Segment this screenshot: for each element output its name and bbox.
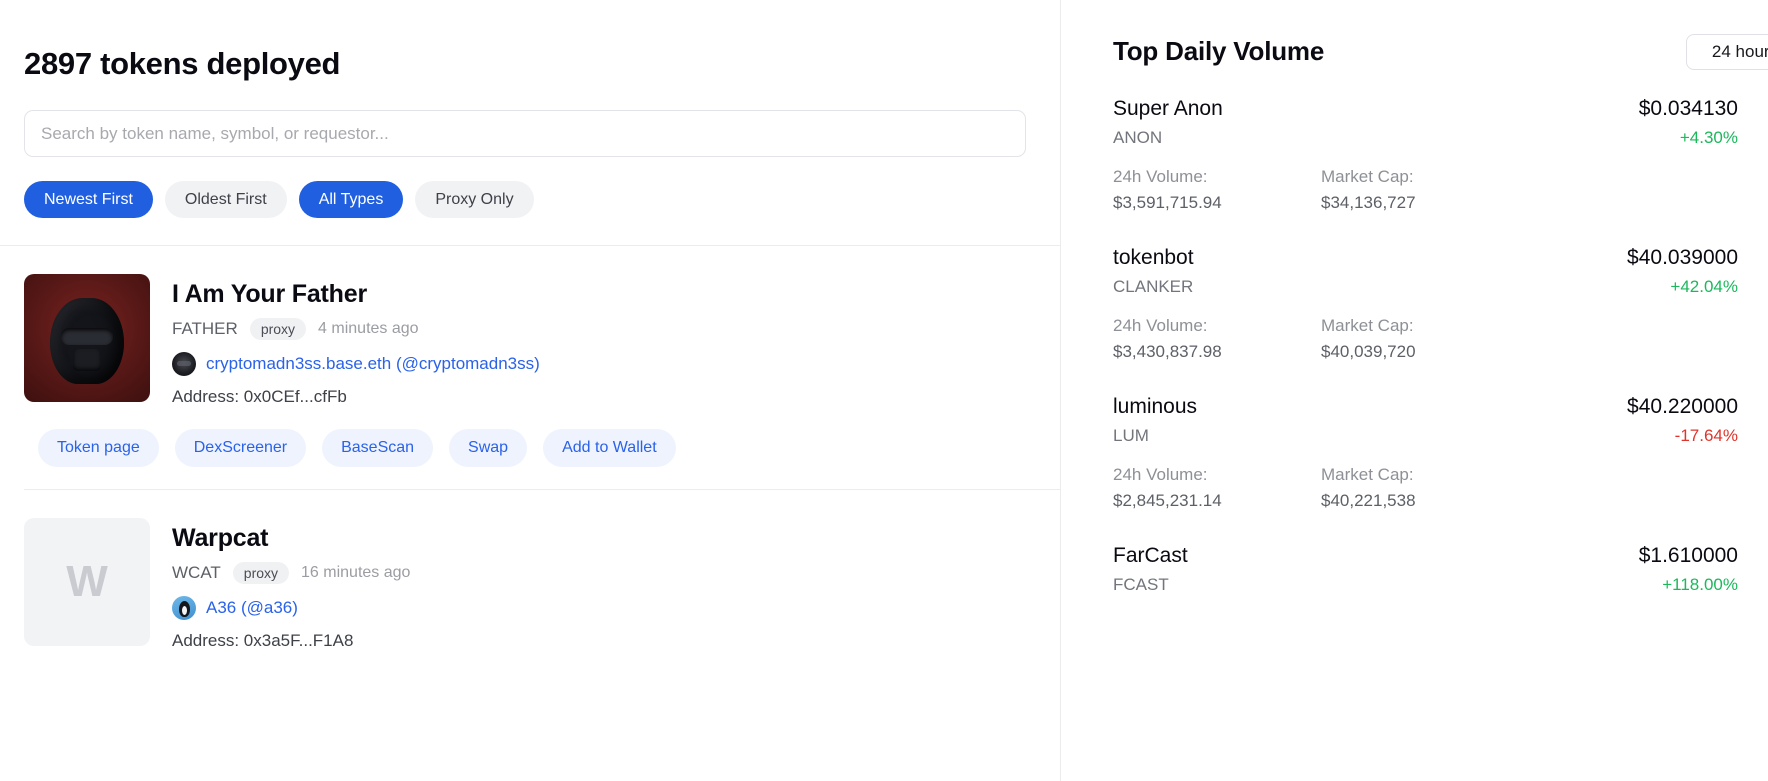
volume-token-name: luminous bbox=[1113, 395, 1197, 419]
token-name: Warpcat bbox=[172, 524, 410, 553]
volume-token-price: $40.220000 bbox=[1627, 395, 1738, 419]
penguin-avatar bbox=[172, 596, 196, 620]
token-card-info: I Am Your Father FATHER proxy 4 minutes … bbox=[172, 274, 540, 407]
volume-row-stats: 24h Volume: $3,591,715.94 Market Cap: $3… bbox=[1113, 167, 1768, 213]
volume-value: $3,430,837.98 bbox=[1113, 342, 1321, 362]
volume-row-stats: 24h Volume: $3,430,837.98 Market Cap: $4… bbox=[1113, 316, 1768, 362]
volume-row-primary: luminous $40.220000 bbox=[1113, 395, 1768, 419]
market-cap-label: Market Cap: bbox=[1321, 316, 1529, 336]
volume-list: Super Anon $0.034130 ANON +4.30% 24h Vol… bbox=[1061, 97, 1768, 595]
list-item[interactable]: FarCast $1.610000 FCAST +118.00% bbox=[1113, 544, 1768, 595]
darth-vader-helmet-shape bbox=[50, 298, 124, 384]
volume-row-primary: tokenbot $40.039000 bbox=[1113, 246, 1768, 270]
token-name: I Am Your Father bbox=[172, 280, 540, 309]
swap-button[interactable]: Swap bbox=[449, 429, 527, 467]
volume-stat: 24h Volume: $2,845,231.14 bbox=[1113, 465, 1321, 511]
top-daily-volume-panel: Top Daily Volume 24 hours Super Anon $0.… bbox=[1060, 0, 1768, 781]
token-card[interactable]: W Warpcat WCAT proxy 16 minutes ago A36 … bbox=[0, 490, 1060, 651]
token-timestamp: 16 minutes ago bbox=[301, 564, 410, 582]
volume-row-stats: 24h Volume: $2,845,231.14 Market Cap: $4… bbox=[1113, 465, 1768, 511]
volume-row-primary: Super Anon $0.034130 bbox=[1113, 97, 1768, 121]
token-action-row: Token page DexScreener BaseScan Swap Add… bbox=[38, 429, 1036, 467]
volume-token-symbol: LUM bbox=[1113, 426, 1149, 446]
market-cap-stat: Market Cap: $40,221,538 bbox=[1321, 465, 1529, 511]
token-card-top: I Am Your Father FATHER proxy 4 minutes … bbox=[24, 274, 1036, 407]
token-symbol: FATHER bbox=[172, 319, 238, 339]
time-range-select[interactable]: 24 hours bbox=[1686, 34, 1768, 70]
volume-token-name: FarCast bbox=[1113, 544, 1188, 568]
volume-token-symbol: ANON bbox=[1113, 128, 1162, 148]
list-item[interactable]: tokenbot $40.039000 CLANKER +42.04% 24h … bbox=[1113, 246, 1768, 362]
volume-token-name: Super Anon bbox=[1113, 97, 1223, 121]
token-card-info: Warpcat WCAT proxy 16 minutes ago A36 (@… bbox=[172, 518, 410, 651]
token-meta-row: WCAT proxy 16 minutes ago bbox=[172, 562, 410, 584]
volume-label: 24h Volume: bbox=[1113, 167, 1321, 187]
requestor-link[interactable]: A36 (@a36) bbox=[206, 598, 298, 618]
market-cap-value: $40,039,720 bbox=[1321, 342, 1529, 362]
filter-pill-row: Newest First Oldest First All Types Prox… bbox=[24, 181, 1060, 218]
volume-label: 24h Volume: bbox=[1113, 316, 1321, 336]
sidebar-title: Top Daily Volume bbox=[1113, 36, 1324, 67]
requestor-row[interactable]: A36 (@a36) bbox=[172, 596, 410, 620]
volume-token-change: +118.00% bbox=[1662, 575, 1738, 595]
page-title: 2897 tokens deployed bbox=[24, 46, 1060, 82]
market-cap-stat: Market Cap: $40,039,720 bbox=[1321, 316, 1529, 362]
darth-vader-logo bbox=[24, 274, 150, 402]
letter-placeholder-logo: W bbox=[24, 518, 150, 646]
volume-token-symbol: FCAST bbox=[1113, 575, 1169, 595]
token-address: Address: 0x0CEf...cfFb bbox=[172, 387, 540, 407]
volume-row-secondary: CLANKER +42.04% bbox=[1113, 277, 1768, 297]
volume-row-secondary: FCAST +118.00% bbox=[1113, 575, 1768, 595]
token-card-top: W Warpcat WCAT proxy 16 minutes ago A36 … bbox=[24, 518, 1036, 651]
dexscreener-button[interactable]: DexScreener bbox=[175, 429, 306, 467]
volume-token-change: -17.64% bbox=[1675, 426, 1738, 446]
volume-token-change: +4.30% bbox=[1680, 128, 1738, 148]
sidebar-header: Top Daily Volume 24 hours bbox=[1061, 0, 1768, 67]
volume-value: $2,845,231.14 bbox=[1113, 491, 1321, 511]
volume-token-symbol: CLANKER bbox=[1113, 277, 1193, 297]
token-timestamp: 4 minutes ago bbox=[318, 320, 419, 338]
status-badge: proxy bbox=[250, 318, 306, 340]
market-cap-value: $34,136,727 bbox=[1321, 193, 1529, 213]
list-item[interactable]: luminous $40.220000 LUM -17.64% 24h Volu… bbox=[1113, 395, 1768, 511]
market-cap-value: $40,221,538 bbox=[1321, 491, 1529, 511]
token-address: Address: 0x3a5F...F1A8 bbox=[172, 631, 410, 651]
token-symbol: WCAT bbox=[172, 563, 221, 583]
search-container bbox=[24, 110, 1036, 157]
volume-token-price: $1.610000 bbox=[1639, 544, 1738, 568]
volume-row-primary: FarCast $1.610000 bbox=[1113, 544, 1768, 568]
token-explorer-page: 2897 tokens deployed Newest First Oldest… bbox=[0, 0, 1768, 781]
filter-all-types[interactable]: All Types bbox=[299, 181, 404, 218]
darth-vader-avatar bbox=[172, 352, 196, 376]
filter-proxy-only[interactable]: Proxy Only bbox=[415, 181, 533, 218]
volume-token-price: $40.039000 bbox=[1627, 246, 1738, 270]
basescan-button[interactable]: BaseScan bbox=[322, 429, 433, 467]
market-cap-label: Market Cap: bbox=[1321, 167, 1529, 187]
volume-row-secondary: ANON +4.30% bbox=[1113, 128, 1768, 148]
filter-newest-first[interactable]: Newest First bbox=[24, 181, 153, 218]
token-list-column: 2897 tokens deployed Newest First Oldest… bbox=[0, 0, 1060, 781]
volume-stat: 24h Volume: $3,430,837.98 bbox=[1113, 316, 1321, 362]
volume-value: $3,591,715.94 bbox=[1113, 193, 1321, 213]
volume-stat: 24h Volume: $3,591,715.94 bbox=[1113, 167, 1321, 213]
volume-token-price: $0.034130 bbox=[1639, 97, 1738, 121]
volume-label: 24h Volume: bbox=[1113, 465, 1321, 485]
market-cap-stat: Market Cap: $34,136,727 bbox=[1321, 167, 1529, 213]
volume-token-change: +42.04% bbox=[1670, 277, 1738, 297]
volume-token-name: tokenbot bbox=[1113, 246, 1194, 270]
market-cap-label: Market Cap: bbox=[1321, 465, 1529, 485]
status-badge: proxy bbox=[233, 562, 289, 584]
volume-row-secondary: LUM -17.64% bbox=[1113, 426, 1768, 446]
add-to-wallet-button[interactable]: Add to Wallet bbox=[543, 429, 676, 467]
token-card[interactable]: I Am Your Father FATHER proxy 4 minutes … bbox=[0, 246, 1060, 490]
requestor-link[interactable]: cryptomadn3ss.base.eth (@cryptomadn3ss) bbox=[206, 354, 540, 374]
filter-oldest-first[interactable]: Oldest First bbox=[165, 181, 287, 218]
list-item[interactable]: Super Anon $0.034130 ANON +4.30% 24h Vol… bbox=[1113, 97, 1768, 213]
requestor-row[interactable]: cryptomadn3ss.base.eth (@cryptomadn3ss) bbox=[172, 352, 540, 376]
search-input[interactable] bbox=[24, 110, 1026, 157]
token-page-button[interactable]: Token page bbox=[38, 429, 159, 467]
token-meta-row: FATHER proxy 4 minutes ago bbox=[172, 318, 540, 340]
